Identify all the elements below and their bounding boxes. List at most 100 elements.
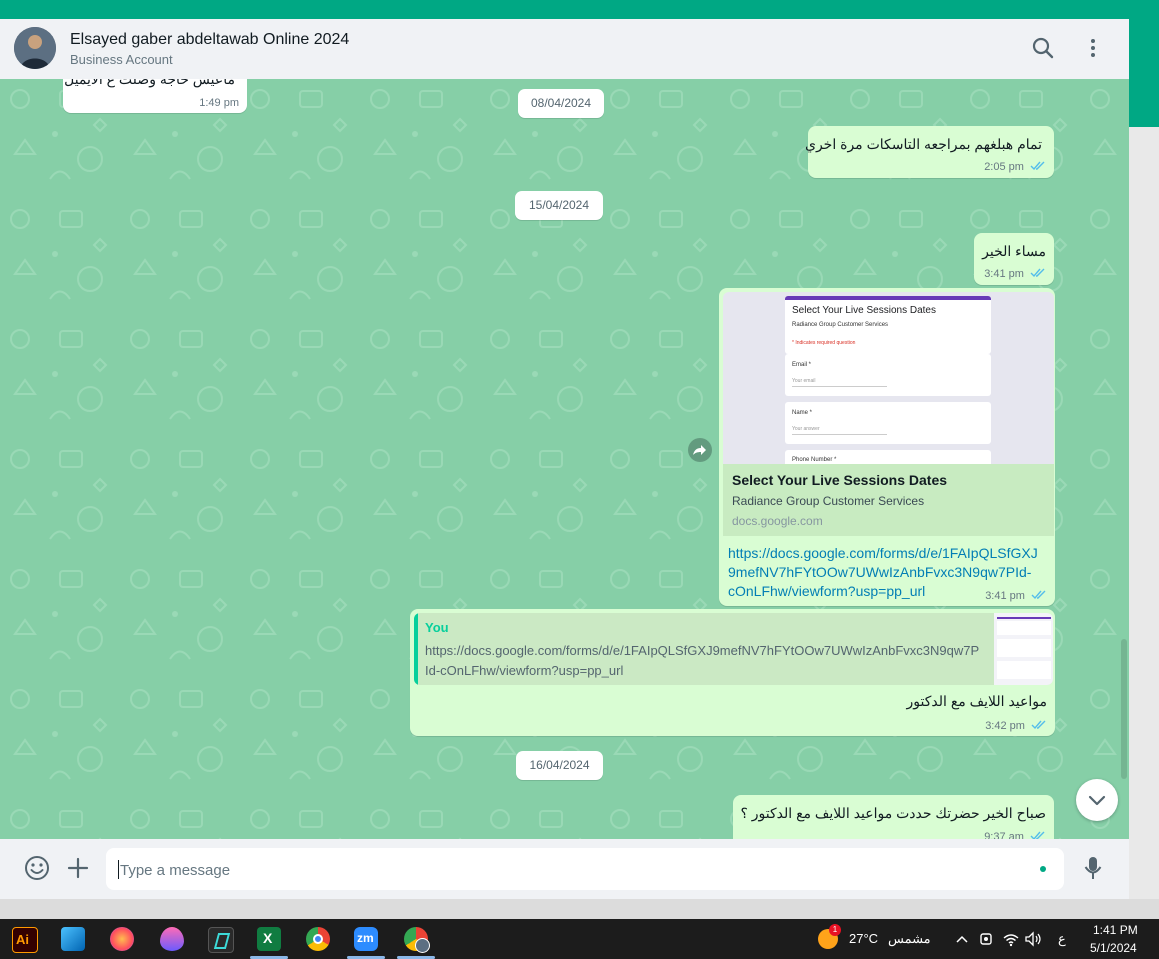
input-language[interactable]: ع: [1058, 931, 1066, 947]
chat-header: Elsayed gaber abdeltawab Online 2024 Bus…: [0, 19, 1129, 79]
thumb-card: [997, 621, 1051, 635]
quote-thumbnail: [994, 613, 1053, 685]
chevron-up-icon[interactable]: [955, 932, 969, 946]
microphone-icon: [1084, 857, 1102, 879]
message-meta: 3:41 pm: [984, 268, 1046, 280]
link-preview-info[interactable]: Select Your Live Sessions Dates Radiance…: [723, 464, 1054, 536]
message-outgoing-reply[interactable]: You https://docs.google.com/forms/d/e/1F…: [410, 609, 1055, 736]
message-incoming[interactable]: ماعيش حاجة وصلت ع الايميل 1:49 pm: [63, 79, 247, 113]
plus-icon: [67, 857, 89, 879]
message-composer: [0, 839, 1129, 899]
message-text: مساء الخير: [982, 243, 1046, 259]
link-domain: docs.google.com: [732, 514, 823, 528]
form-email-underline: [792, 386, 887, 387]
clock-time[interactable]: 1:41 PM: [1093, 923, 1138, 937]
emoji-icon: [25, 856, 49, 880]
chrome-profile-icon[interactable]: [404, 927, 430, 953]
form-header-card: Select Your Live Sessions Dates Radiance…: [785, 296, 991, 354]
read-ticks-icon: [1031, 720, 1046, 730]
menu-button[interactable]: [1080, 35, 1106, 61]
photos-icon[interactable]: [61, 927, 85, 951]
paint-icon[interactable]: [160, 927, 184, 951]
link-description: Radiance Group Customer Services: [732, 494, 925, 508]
form-name-card: Name * Your answer: [785, 402, 991, 444]
window-top-bar: [0, 0, 1159, 19]
form-required-note: * Indicates required question: [792, 340, 856, 346]
thumb-card: [997, 639, 1051, 657]
message-outgoing[interactable]: تمام هبلغهم بمراجعه التاسكات مرة اخري 2:…: [805, 126, 1054, 178]
message-time: 1:49 pm: [199, 97, 239, 109]
scroll-to-bottom-button[interactable]: [1076, 779, 1118, 821]
firefox-icon[interactable]: [110, 927, 134, 951]
message-outgoing-link[interactable]: Select Your Live Sessions Dates Radiance…: [719, 288, 1055, 606]
message-input[interactable]: [118, 848, 1022, 892]
contact-subtitle: Business Account: [70, 52, 173, 67]
link-preview-image[interactable]: Select Your Live Sessions Dates Radiance…: [723, 292, 1054, 464]
voice-message-button[interactable]: [1078, 853, 1108, 883]
contact-name[interactable]: Elsayed gaber abdeltawab Online 2024: [70, 31, 349, 49]
quote-accent-bar: [414, 613, 418, 685]
forward-button[interactable]: [688, 438, 712, 462]
quoted-message[interactable]: You https://docs.google.com/forms/d/e/1F…: [414, 613, 1053, 685]
read-ticks-icon: [1030, 831, 1045, 839]
date-separator: 16/04/2024: [516, 751, 603, 780]
message-outgoing[interactable]: صباح الخير حضرتك حددت مواعيد اللايف مع ا…: [733, 795, 1054, 839]
read-ticks-icon: [1031, 590, 1046, 600]
form-email-placeholder: Your email: [792, 378, 816, 384]
volume-icon[interactable]: [1024, 930, 1042, 948]
message-time: 3:42 pm: [985, 720, 1025, 732]
contact-avatar[interactable]: [14, 27, 56, 69]
thumb-accent: [997, 617, 1051, 619]
desktop-gap: [0, 899, 1159, 919]
weather-icon[interactable]: 1: [818, 924, 841, 949]
link-url-line: https://docs.google.com/forms/d/e/1FAIpQ…: [728, 545, 1038, 561]
chat-area[interactable]: ماعيش حاجة وصلت ع الايميل 1:49 pm 08/04/…: [0, 79, 1129, 839]
whatsapp-window: Elsayed gaber abdeltawab Online 2024 Bus…: [0, 19, 1129, 899]
form-name-underline: [792, 434, 887, 435]
message-meta: 3:42 pm: [985, 720, 1047, 732]
quote-line: https://docs.google.com/forms/d/e/1FAIpQ…: [425, 643, 980, 658]
message-time: 2:05 pm: [984, 161, 1024, 173]
illustrator-icon[interactable]: Ai: [12, 927, 38, 953]
chevron-down-icon: [1088, 795, 1106, 806]
clock-date[interactable]: 5/1/2024: [1090, 941, 1137, 955]
form-email-label: Email *: [792, 362, 812, 368]
excel-icon[interactable]: X: [257, 927, 281, 951]
weather-desc: مشمس: [888, 931, 931, 946]
link-url-line: 9mefNV7hFYtOOw7UWwIzAnbFvxc3N9qw7PId-: [728, 564, 1032, 580]
emoji-button[interactable]: [22, 853, 52, 883]
avatar-photo: [14, 27, 56, 69]
windows-taskbar: Ai X zm 1 27°C مشمس ع 1:41 PM 5/1/2024: [0, 919, 1159, 959]
status-dot: [1040, 866, 1046, 872]
chat-scrollbar[interactable]: [1121, 639, 1127, 779]
date-separator: 15/04/2024: [515, 191, 603, 220]
message-meta: 9:37 am: [984, 831, 1046, 839]
link-title: Select Your Live Sessions Dates: [732, 472, 948, 488]
quote-author: You: [425, 620, 449, 635]
message-outgoing[interactable]: مساء الخير 3:41 pm: [974, 233, 1054, 285]
window-side-gutter: [1129, 127, 1159, 899]
wifi-icon[interactable]: [1002, 930, 1020, 948]
capcut-icon[interactable]: [208, 927, 234, 953]
zoom-icon[interactable]: zm: [354, 927, 378, 951]
forward-icon: [693, 445, 706, 455]
quote-body: https://docs.google.com/forms/d/e/1FAIpQ…: [425, 641, 979, 681]
read-ticks-icon: [1030, 161, 1045, 171]
meet-now-icon[interactable]: [978, 930, 994, 948]
window-side-accent: [1129, 19, 1159, 127]
chrome-icon[interactable]: [306, 927, 330, 951]
more-vertical-icon: [1091, 39, 1095, 57]
read-ticks-icon: [1030, 268, 1045, 278]
message-meta: 3:41 pm: [985, 590, 1047, 602]
form-name-label: Name *: [792, 410, 813, 416]
form-phone-label: Phone Number *: [792, 457, 837, 463]
weather-badge: 1: [829, 924, 841, 936]
form-org: Radiance Group Customer Services: [792, 322, 889, 328]
message-text: تمام هبلغهم بمراجعه التاسكات مرة اخري: [805, 136, 1042, 152]
form-title: Select Your Live Sessions Dates: [792, 305, 936, 316]
search-button[interactable]: [1030, 35, 1056, 61]
weather-temp[interactable]: 27°C: [849, 931, 878, 946]
message-input-box[interactable]: [106, 848, 1064, 892]
attach-button[interactable]: [63, 853, 93, 883]
message-text: ماعيش حاجة وصلت ع الايميل: [64, 79, 235, 87]
